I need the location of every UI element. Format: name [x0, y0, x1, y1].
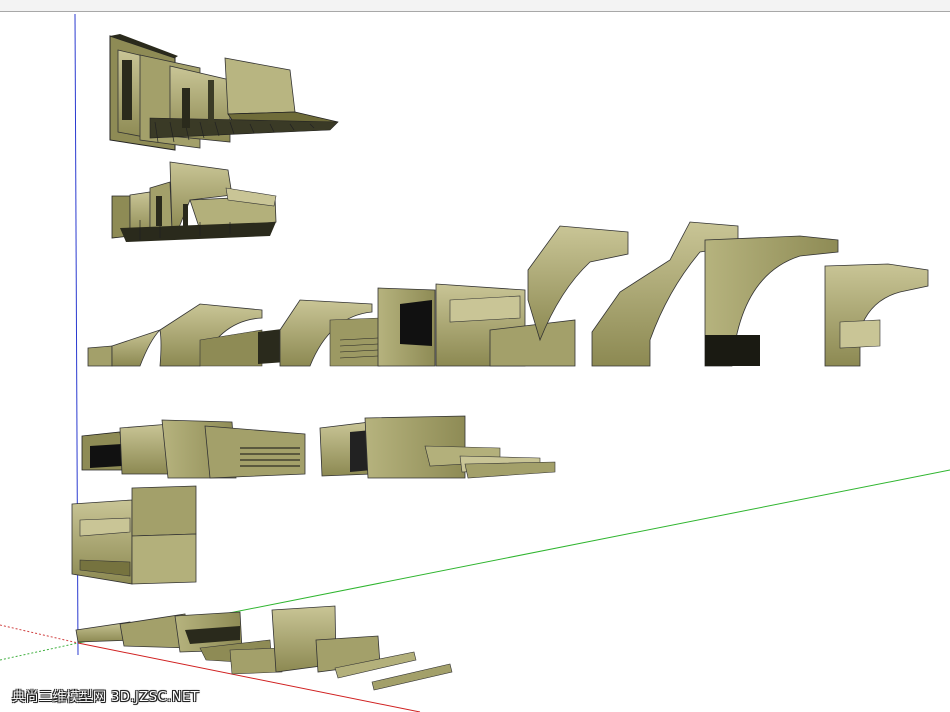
green-axis-dashed — [0, 642, 79, 661]
row-6-trim-strips[interactable] — [75, 605, 453, 691]
row-4-base-moldings[interactable] — [81, 415, 556, 479]
row-2-cornice-group[interactable] — [111, 161, 277, 242]
red-axis-dashed — [0, 624, 79, 644]
watermark-text: 典尚三维模型网 3D.JZSC.NET — [12, 690, 200, 705]
window-top-bar — [0, 0, 950, 12]
model-viewport[interactable] — [0, 12, 950, 712]
row-5-wall-panels[interactable] — [71, 485, 197, 585]
row-1-cornice-group[interactable] — [109, 34, 339, 151]
row-3-crown-moldings[interactable] — [87, 221, 929, 367]
